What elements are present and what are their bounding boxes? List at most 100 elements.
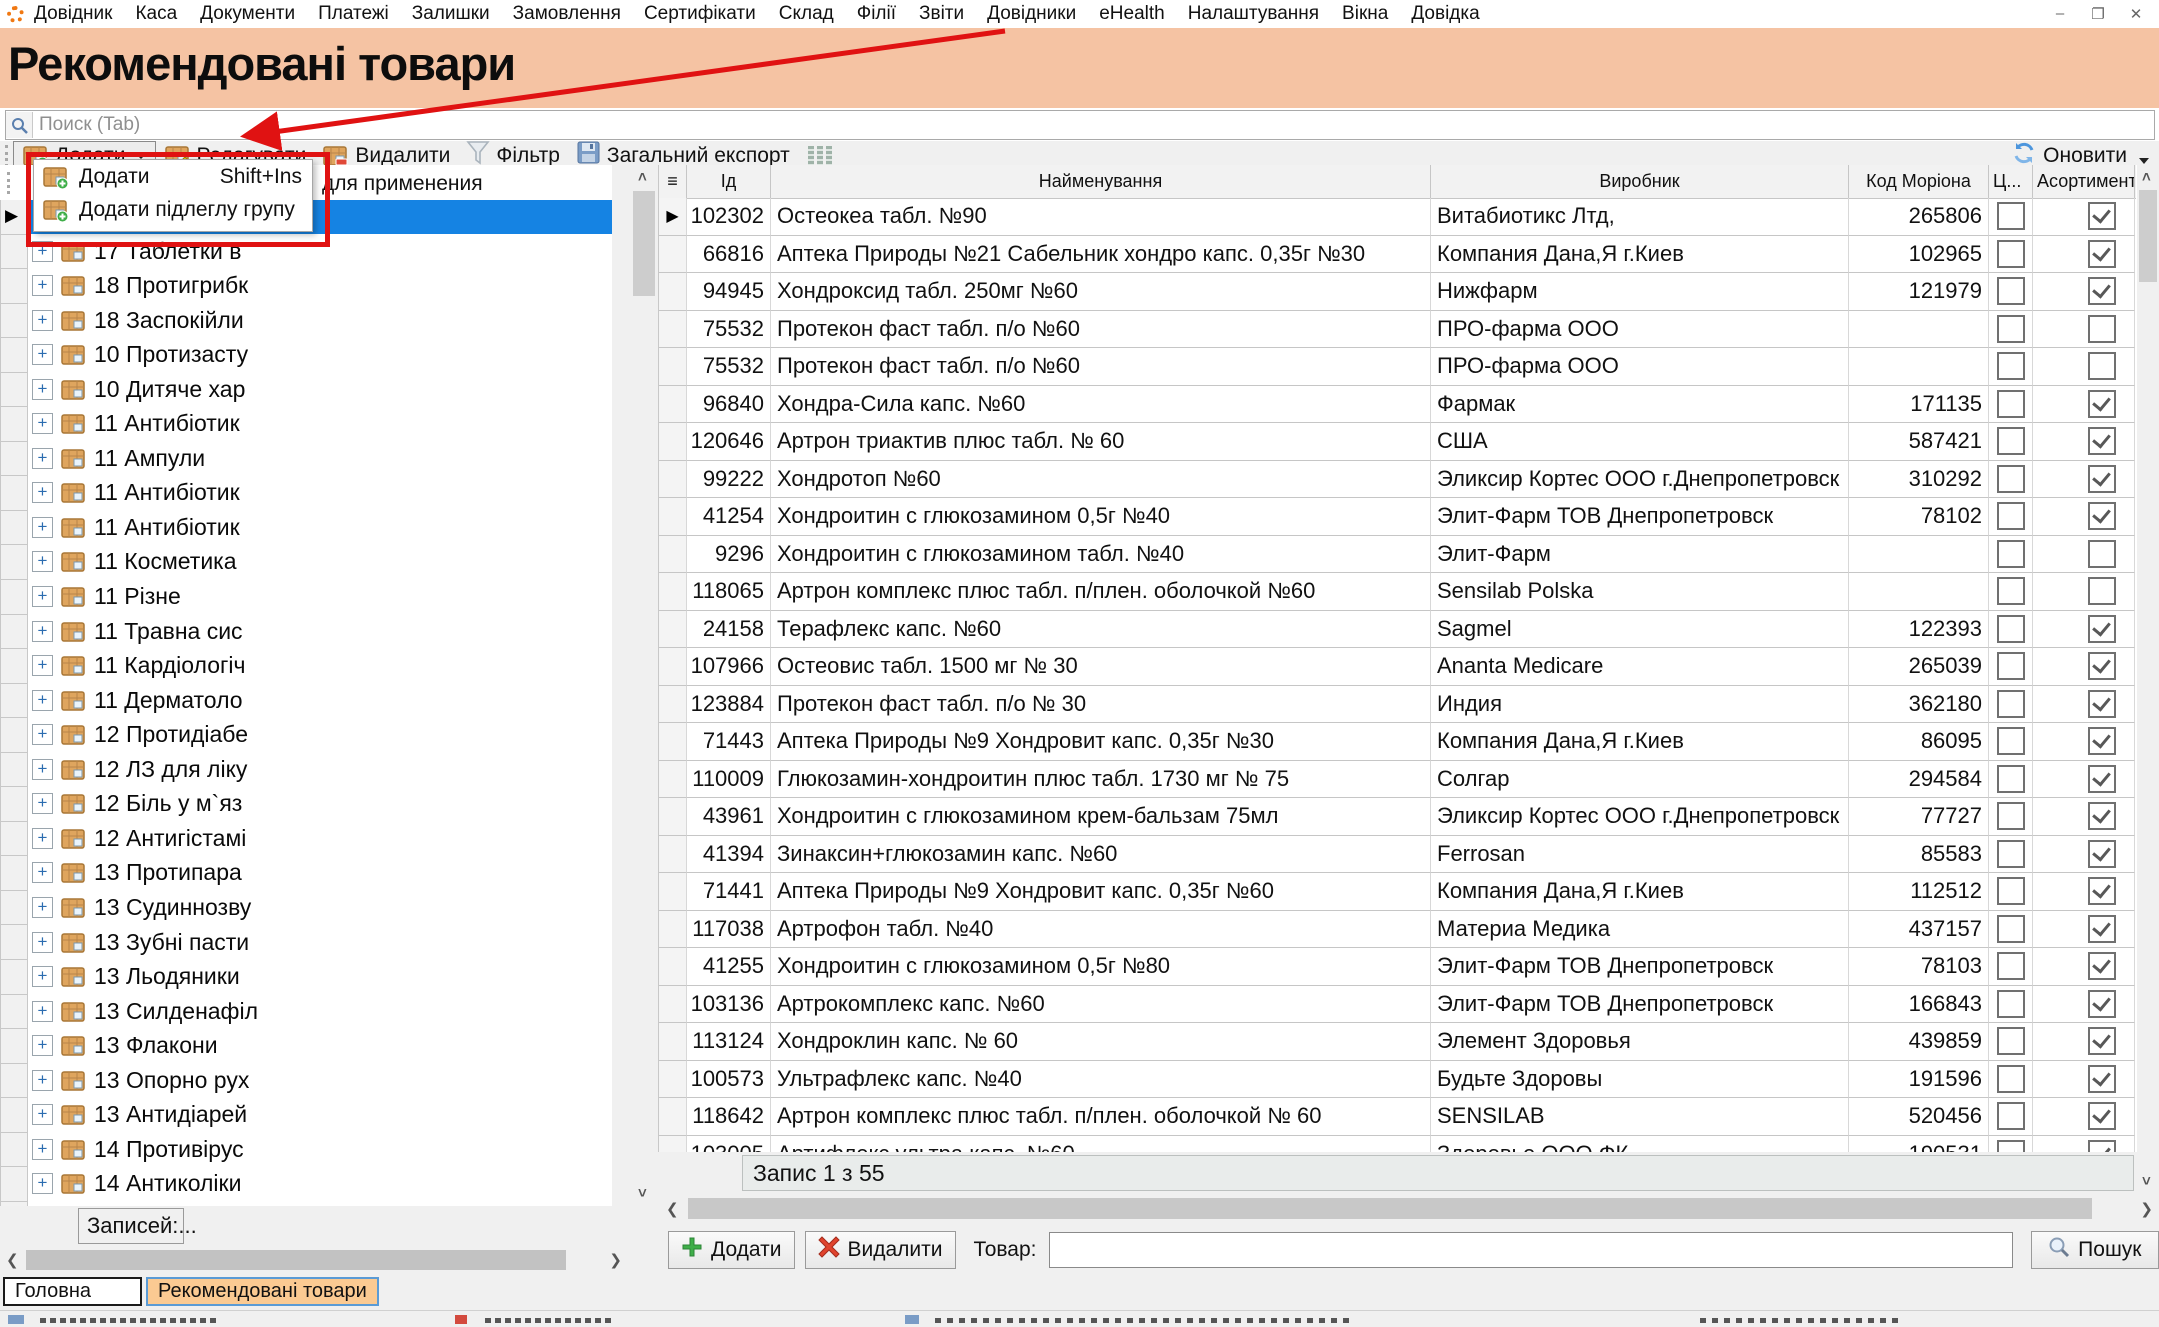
expander-plus-icon[interactable]: + [32, 551, 53, 572]
table-row[interactable]: 123884Протекон фаст табл. п/о № 30Индия3… [659, 686, 2136, 724]
scrollbar-thumb[interactable] [26, 1250, 566, 1270]
scroll-down-icon[interactable]: ˅ [2142, 1173, 2151, 1190]
expander-plus-icon[interactable]: + [32, 759, 53, 780]
tree-item[interactable]: +13 Опорно рух [28, 1063, 612, 1098]
assortment-checkbox[interactable] [2088, 202, 2116, 230]
table-row[interactable]: 71441Аптека Природы №9 Хондровит капс. 0… [659, 873, 2136, 911]
table-row[interactable]: 41394Зинаксин+глюкозамин капс. №60Ferros… [659, 836, 2136, 874]
scroll-up-icon[interactable]: ˄ [638, 169, 647, 186]
assortment-checkbox[interactable] [2088, 1140, 2116, 1152]
menubar-item[interactable]: Платежі [318, 3, 389, 25]
expander-plus-icon[interactable]: + [32, 1104, 53, 1125]
c-checkbox[interactable] [1997, 1027, 2025, 1055]
tree-item[interactable]: +14 Антиколіки [28, 1167, 612, 1202]
tree-item[interactable]: +13 Судиннозву [28, 890, 612, 925]
scroll-right-icon[interactable]: ❯ [2140, 1200, 2153, 1218]
expander-plus-icon[interactable]: + [32, 1070, 53, 1091]
assortment-checkbox[interactable] [2088, 465, 2116, 493]
tree-item[interactable]: +11 Косметика [28, 545, 612, 580]
table-row[interactable]: 41255Хондроитин с глюкозамином 0,5г №80Э… [659, 948, 2136, 986]
menubar-item[interactable]: Філії [857, 3, 896, 25]
assortment-checkbox[interactable] [2088, 390, 2116, 418]
c-checkbox[interactable] [1997, 1065, 2025, 1093]
expander-plus-icon[interactable]: + [32, 655, 53, 676]
assortment-checkbox[interactable] [2088, 915, 2116, 943]
c-checkbox[interactable] [1997, 277, 2025, 305]
table-row[interactable]: 100573Ультрафлекс капс. №40Будьте Здоров… [659, 1061, 2136, 1099]
tree-vertical-scrollbar[interactable]: ˄ ˅ [631, 165, 657, 1206]
table-row[interactable]: 110009Глюкозамин-хондроитин плюс табл. 1… [659, 761, 2136, 799]
assortment-checkbox[interactable] [2088, 427, 2116, 455]
scrollbar-thumb[interactable] [688, 1198, 2092, 1219]
c-checkbox[interactable] [1997, 390, 2025, 418]
table-row[interactable]: 75532Протекон фаст табл. п/о №60ПРО-фарм… [659, 311, 2136, 349]
table-row[interactable]: 103005Артифлекс ультра капс. №60Здоровье… [659, 1136, 2136, 1153]
table-row[interactable]: 117038Артрофон табл. №40Материа Медика43… [659, 911, 2136, 949]
assortment-checkbox[interactable] [2088, 1102, 2116, 1130]
c-checkbox[interactable] [1997, 727, 2025, 755]
table-row[interactable]: 118065Артрон комплекс плюс табл. п/плен.… [659, 573, 2136, 611]
assortment-checkbox[interactable] [2088, 352, 2116, 380]
table-row[interactable]: 113124Хондроклин капс. № 60Элемент Здоро… [659, 1023, 2136, 1061]
table-row[interactable]: 118642Артрон комплекс плюс табл. п/плен.… [659, 1098, 2136, 1136]
scroll-left-icon[interactable]: ❮ [6, 1251, 19, 1269]
menubar-item[interactable]: Залишки [412, 3, 490, 25]
search-input[interactable] [33, 113, 2154, 137]
c-checkbox[interactable] [1997, 1102, 2025, 1130]
table-vertical-scrollbar[interactable]: ˄ ˅ [2137, 165, 2159, 1194]
c-checkbox[interactable] [1997, 465, 2025, 493]
tree-item[interactable]: +18 Протигрибк [28, 268, 612, 303]
expander-plus-icon[interactable]: + [32, 862, 53, 883]
column-header-assortment[interactable]: Асортименть [2033, 165, 2135, 198]
expander-plus-icon[interactable]: + [32, 724, 53, 745]
expander-plus-icon[interactable]: + [32, 241, 53, 262]
expander-plus-icon[interactable]: + [32, 413, 53, 434]
tab-recommended-products[interactable]: Рекомендовані товари [146, 1277, 379, 1306]
expander-plus-icon[interactable]: + [32, 1173, 53, 1194]
table-row[interactable]: 43961Хондроитин с глюкозамином крем-баль… [659, 798, 2136, 836]
tree-item[interactable]: +11 Кардіологіч [28, 648, 612, 683]
assortment-checkbox[interactable] [2088, 315, 2116, 343]
scroll-down-icon[interactable]: ˅ [638, 1185, 647, 1202]
c-checkbox[interactable] [1997, 1140, 2025, 1152]
expander-plus-icon[interactable]: + [32, 586, 53, 607]
assortment-checkbox[interactable] [2088, 727, 2116, 755]
expander-plus-icon[interactable]: + [32, 966, 53, 987]
tree-item[interactable]: +13 Силденафіл [28, 994, 612, 1029]
table-row[interactable]: 94945Хондроксид табл. 250мг №60Нижфарм12… [659, 273, 2136, 311]
table-row[interactable]: 9296Хондроитин с глюкозамином табл. №40Э… [659, 536, 2136, 574]
scroll-up-icon[interactable]: ˄ [2142, 169, 2151, 186]
c-checkbox[interactable] [1997, 915, 2025, 943]
tree-item[interactable]: + [28, 1201, 612, 1206]
refresh-chevron-down-icon[interactable] [2139, 158, 2149, 164]
assortment-checkbox[interactable] [2088, 615, 2116, 643]
table-row[interactable]: 120646Артрон триактив плюс табл. № 60США… [659, 423, 2136, 461]
expander-plus-icon[interactable]: + [32, 1035, 53, 1056]
assortment-checkbox[interactable] [2088, 1027, 2116, 1055]
expander-plus-icon[interactable]: + [32, 517, 53, 538]
table-corner-icon[interactable]: ≡ [659, 165, 687, 198]
assortment-checkbox[interactable] [2088, 577, 2116, 605]
expander-plus-icon[interactable]: + [32, 690, 53, 711]
assortment-checkbox[interactable] [2088, 502, 2116, 530]
expander-plus-icon[interactable]: + [32, 1139, 53, 1160]
tree-column-header[interactable]: для применения [322, 172, 483, 196]
expander-plus-icon[interactable]: + [32, 344, 53, 365]
tree-item[interactable]: +12 ЛЗ для ліку [28, 752, 612, 787]
table-row[interactable]: 75532Протекон фаст табл. п/о №60ПРО-фарм… [659, 348, 2136, 386]
restore-button[interactable]: ❐ [2087, 5, 2109, 23]
table-row[interactable]: 71443Аптека Природы №9 Хондровит капс. 0… [659, 723, 2136, 761]
tab-home[interactable]: Головна [3, 1277, 142, 1306]
assortment-checkbox[interactable] [2088, 1065, 2116, 1093]
tree-item[interactable]: +11 Антибіотик [28, 407, 612, 442]
table-row[interactable]: ▶102302Остеокеа табл. №90Витабиотикс Лтд… [659, 198, 2136, 236]
c-checkbox[interactable] [1997, 877, 2025, 905]
c-checkbox[interactable] [1997, 577, 2025, 605]
tree-item[interactable]: +13 Зубні пасти [28, 925, 612, 960]
search-box[interactable] [5, 110, 2155, 140]
assortment-checkbox[interactable] [2088, 802, 2116, 830]
scroll-left-icon[interactable]: ❮ [666, 1200, 679, 1218]
menubar-item[interactable]: Довідники [987, 3, 1076, 25]
tree-item[interactable]: +17 Таблетки в [28, 234, 612, 269]
menubar-item[interactable]: Документи [200, 3, 295, 25]
